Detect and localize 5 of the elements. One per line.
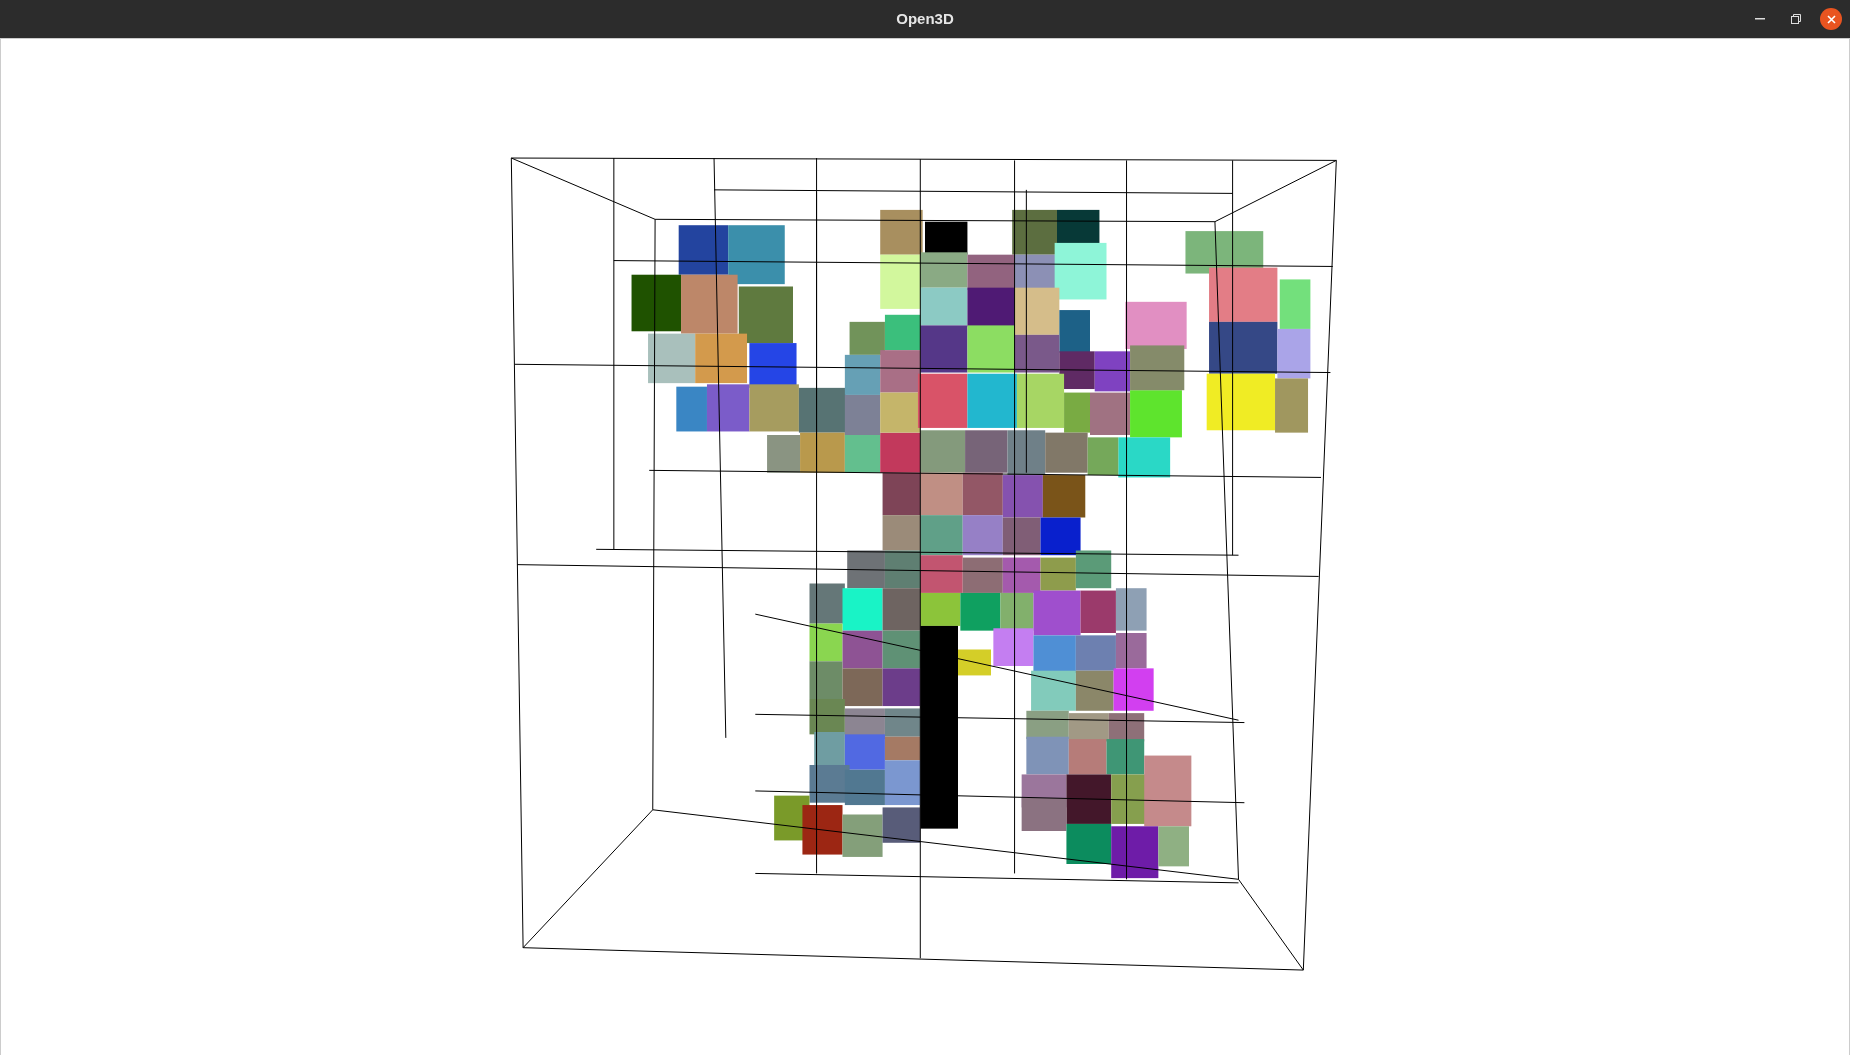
close-button[interactable] [1820,8,1842,30]
restore-icon [1791,14,1801,24]
window-title: Open3D [896,8,954,29]
minimize-icon [1755,18,1765,20]
close-icon [1826,14,1836,24]
